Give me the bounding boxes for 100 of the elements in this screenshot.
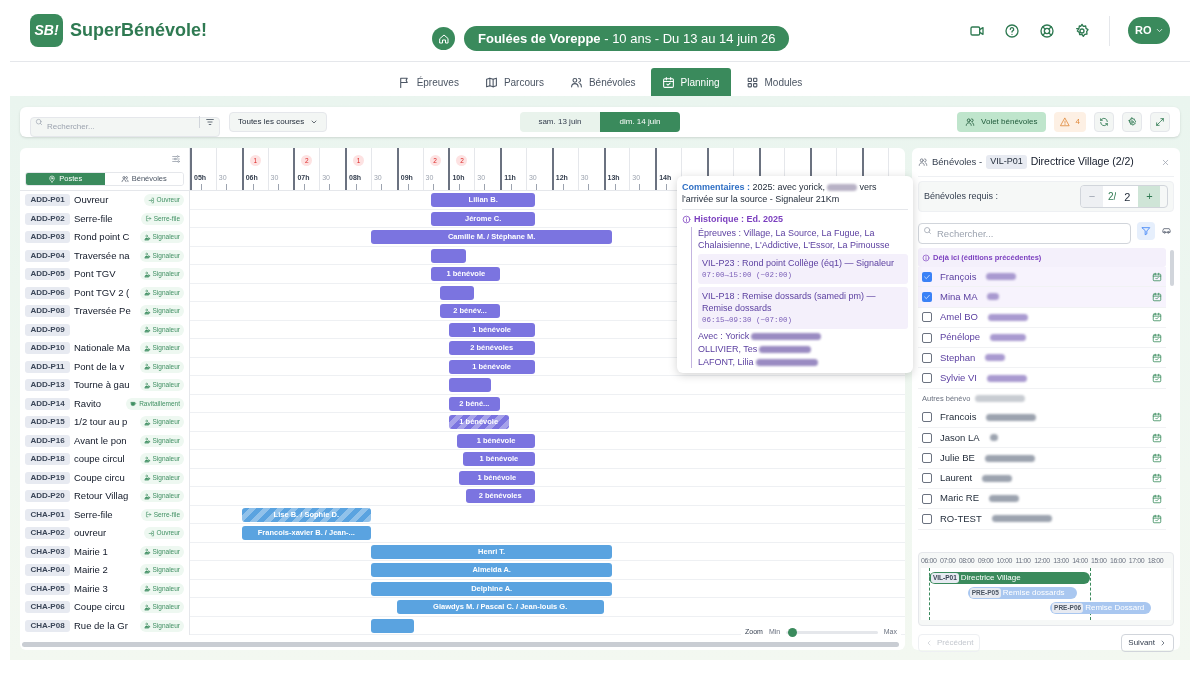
calendar-icon[interactable] — [1152, 412, 1162, 423]
check-icon — [923, 292, 931, 301]
volunteer-name[interactable]: Laurent — [940, 471, 973, 486]
columns-icon[interactable] — [171, 154, 181, 164]
calendar-icon[interactable] — [1152, 513, 1162, 524]
calendar-icon[interactable] — [1152, 352, 1162, 363]
filter-icon[interactable] — [205, 117, 215, 127]
post-code: ADD-P04 — [25, 249, 70, 262]
search-field[interactable]: Rechercher... — [918, 223, 1131, 244]
volunteer-name[interactable]: Jason LA — [940, 430, 980, 445]
calendar-icon[interactable] — [1152, 271, 1162, 282]
person-icon — [143, 326, 151, 334]
shift-bar[interactable] — [439, 285, 475, 300]
person-icon — [143, 418, 151, 426]
volunteer-name[interactable]: Maric RE — [940, 491, 980, 506]
zoom-slider[interactable] — [786, 627, 878, 637]
volunteers-panel-button[interactable]: Volet bénévoles — [957, 112, 1046, 132]
home-button[interactable] — [432, 27, 455, 50]
volunteer-name[interactable]: Pénélope — [940, 330, 981, 345]
arrow-icon — [147, 196, 155, 204]
post-code: ADD-P10 — [25, 342, 70, 355]
post-name: Mairie 2 — [74, 563, 109, 578]
search-field[interactable]: Rechercher... — [30, 116, 220, 137]
slider-thumb[interactable] — [787, 627, 797, 637]
post-name: Coupe circu — [74, 600, 126, 615]
post-code: ADD-P02 — [25, 212, 70, 225]
people-icon — [569, 75, 583, 89]
calendar-icon[interactable] — [1152, 473, 1162, 484]
checkbox[interactable] — [922, 493, 932, 504]
settings-icon[interactable] — [1074, 22, 1090, 39]
help-icon[interactable] — [1004, 22, 1020, 39]
settings-button[interactable] — [1122, 112, 1142, 132]
warnings-button[interactable]: 4 — [1053, 112, 1086, 132]
next-button[interactable]: Suivant — [1121, 634, 1174, 652]
decrement-button[interactable]: − — [1081, 186, 1103, 207]
calendar-icon[interactable] — [1152, 493, 1162, 504]
calendar-icon[interactable] — [1152, 291, 1162, 302]
checkbox[interactable] — [922, 513, 932, 524]
grid-icon — [745, 75, 759, 89]
shift-bar[interactable] — [448, 378, 492, 392]
volunteer-name[interactable]: François — [940, 269, 977, 284]
post-code: VIL-P01 — [986, 155, 1027, 169]
volunteer-name[interactable]: Amel BO — [940, 310, 978, 325]
expand-button[interactable] — [1150, 112, 1170, 132]
required-input[interactable]: 2 — [1116, 186, 1139, 207]
scrollbar[interactable] — [1170, 250, 1174, 286]
required-stepper[interactable]: − 2/ 2 + — [1080, 185, 1168, 208]
volunteer-name[interactable]: Sylvie VI — [940, 371, 977, 386]
scrollbar[interactable] — [22, 642, 899, 647]
post-code: CHA-P03 — [25, 545, 70, 558]
checkbox[interactable] — [922, 432, 932, 443]
post-name: Rond point C — [74, 230, 131, 245]
course-dropdown[interactable]: Toutes les courses — [229, 112, 328, 132]
calendar-icon[interactable] — [1152, 332, 1162, 343]
calendar-icon[interactable] — [1152, 312, 1162, 323]
increment-button[interactable]: + — [1138, 186, 1161, 207]
checkbox[interactable] — [922, 352, 932, 363]
calendar-icon[interactable] — [1152, 432, 1162, 443]
blurred-text — [989, 495, 1020, 503]
volunteer-name[interactable]: RO-TEST — [940, 511, 982, 527]
person-icon — [143, 603, 151, 611]
post-code: ADD-P14 — [25, 397, 70, 410]
lifebuoy-icon[interactable] — [1039, 22, 1055, 39]
checkbox[interactable] — [922, 412, 932, 423]
checkbox[interactable] — [922, 312, 932, 323]
settings-icon — [1127, 117, 1137, 127]
close-icon[interactable] — [1161, 157, 1170, 167]
car-icon[interactable] — [1161, 225, 1172, 236]
checkbox[interactable] — [922, 271, 932, 282]
volunteer-name[interactable]: Julie BE — [940, 450, 975, 466]
day-tab[interactable]: dim. 14 juin — [600, 112, 680, 132]
nav-tab[interactable]: Parcours — [473, 68, 555, 96]
event-title[interactable]: Foulées de Voreppe - 10 ans - Du 13 au 14 juin 26 — [464, 26, 790, 51]
post-code: ADD-P16 — [25, 434, 70, 447]
checkbox[interactable] — [922, 473, 932, 484]
shift-bar[interactable] — [431, 248, 466, 263]
checkbox[interactable] — [922, 453, 932, 463]
checkbox[interactable] — [922, 291, 932, 302]
post-code: CHA-P06 — [25, 601, 70, 614]
calendar-icon[interactable] — [1152, 453, 1162, 463]
volunteer-name[interactable]: Mina MA — [940, 289, 978, 305]
nav-tab[interactable]: Bénévoles — [558, 68, 647, 96]
person-icon — [143, 289, 151, 297]
shift-label: Directrice Village — [960, 572, 1021, 584]
volunteer-name[interactable]: Stephan — [940, 350, 976, 365]
user-menu[interactable]: RO — [1128, 17, 1170, 44]
day-tab[interactable]: sam. 13 juin — [520, 112, 600, 132]
blurred-text — [988, 313, 1028, 321]
post-code: ADD-P15 — [25, 416, 70, 429]
calendar-icon[interactable] — [1152, 373, 1162, 384]
filter-button[interactable] — [1137, 221, 1155, 240]
volunteer-name[interactable]: Francois — [940, 410, 977, 425]
nav-tab[interactable]: Modules — [734, 68, 814, 96]
blurred-text — [982, 474, 1013, 482]
refresh-button[interactable] — [1094, 112, 1114, 132]
nav-tab[interactable]: Épreuves — [386, 68, 470, 96]
checkbox[interactable] — [922, 373, 932, 384]
shift-bar[interactable] — [370, 618, 414, 633]
nav-tab[interactable]: Planning — [650, 68, 731, 96]
checkbox[interactable] — [922, 332, 932, 343]
